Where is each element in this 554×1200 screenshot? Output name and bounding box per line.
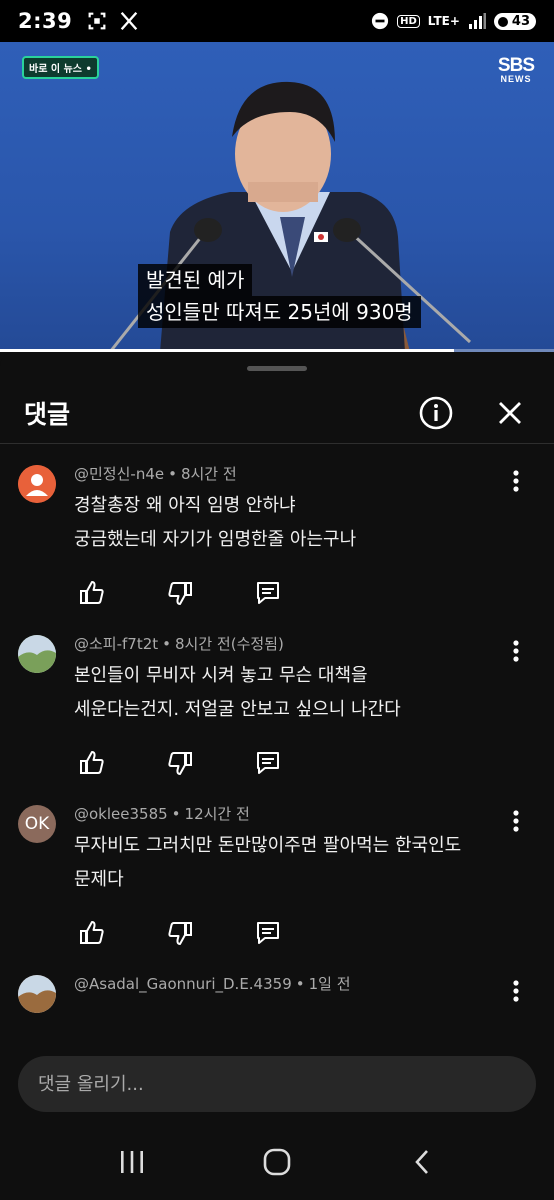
- video-player[interactable]: 바로 이 뉴스 • SBS NEWS 발견된 예가 성인들만 따져도 25년에 …: [0, 42, 554, 352]
- reply-icon: [257, 922, 279, 944]
- drag-handle[interactable]: [247, 366, 307, 371]
- close-icon: [499, 401, 521, 424]
- home-button[interactable]: [247, 1137, 307, 1187]
- reply-button[interactable]: [250, 915, 286, 951]
- back-icon: [414, 1150, 428, 1174]
- dnd-icon: [372, 12, 389, 30]
- comment-author[interactable]: @소피-f7t2t: [74, 635, 158, 653]
- photo-avatar-icon: [18, 635, 56, 673]
- more-options-icon: [513, 470, 519, 492]
- comment-text: 본인들이 무비자 시켜 놓고 무슨 대책을 세운다는건지. 저얼굴 안보고 싶으…: [74, 665, 401, 720]
- comment-input-box[interactable]: [18, 1056, 536, 1112]
- comment-actions: [74, 571, 534, 615]
- comment-more-button[interactable]: [502, 637, 530, 665]
- comment-text: 무자비도 그러치만 돈만많이주면 팔아먹는 한국인도 문제다: [74, 835, 462, 890]
- avatar[interactable]: OK: [18, 805, 56, 843]
- dislike-icon: [168, 922, 192, 945]
- comment-item: @Asadal_Gaonnuri_D.E.4359 • 1일 전: [0, 955, 554, 1013]
- status-time: 2:39: [18, 9, 73, 33]
- recent-apps-button[interactable]: [102, 1137, 162, 1187]
- comment-time: 8시간 전: [180, 465, 237, 483]
- reply-button[interactable]: [250, 575, 286, 611]
- comment-meta: @Asadal_Gaonnuri_D.E.4359 • 1일 전: [74, 973, 534, 995]
- like-button[interactable]: [74, 575, 110, 611]
- like-icon: [80, 751, 104, 774]
- comment-author[interactable]: @oklee3585: [74, 805, 168, 823]
- avatar-initials: OK: [24, 814, 50, 834]
- comment-item: @민정신-n4e • 8시간 전경찰총장 왜 아직 임명 안하냐 궁금했는데 자기가…: [0, 445, 554, 615]
- avatar[interactable]: [18, 635, 56, 673]
- video-caption: 발견된 예가 성인들만 따져도 25년에 930명: [138, 264, 421, 328]
- more-options-icon: [513, 810, 519, 832]
- comment-author[interactable]: @민정신-n4e: [74, 465, 164, 483]
- comment-meta: @소피-f7t2t • 8시간 전(수정됨): [74, 633, 534, 655]
- comment-actions: [74, 741, 534, 785]
- battery-icon: 43: [493, 12, 536, 30]
- comment-time: 8시간 전(수정됨): [175, 635, 284, 653]
- info-icon: [419, 396, 453, 429]
- comment-time: 12시간 전: [184, 805, 250, 823]
- avatar[interactable]: [18, 975, 56, 1013]
- comment-item: OK @oklee3585 • 12시간 전무자비도 그러치만 돈만많이주면 팔아먹는…: [0, 785, 554, 955]
- more-options-icon: [513, 640, 519, 662]
- dislike-button[interactable]: [162, 575, 198, 611]
- dislike-button[interactable]: [162, 915, 198, 951]
- avatar[interactable]: [18, 465, 56, 503]
- dislike-icon: [168, 582, 192, 605]
- comment-actions: [74, 911, 534, 955]
- default-avatar-icon: [18, 465, 56, 503]
- comment-more-button[interactable]: [502, 977, 530, 1005]
- meta-separator: •: [162, 635, 172, 653]
- more-options-icon: [513, 980, 519, 1002]
- like-button[interactable]: [74, 745, 110, 781]
- comment-text: 경찰총장 왜 아직 임명 안하냐 궁금했는데 자기가 임명한줄 아는구나: [74, 495, 357, 550]
- recent-apps-icon: [121, 1151, 144, 1173]
- like-icon: [80, 581, 104, 604]
- hd-voice-icon: HD: [397, 14, 420, 28]
- reply-button[interactable]: [250, 745, 286, 781]
- comment-item: @소피-f7t2t • 8시간 전(수정됨) 본인들이 무비자 시켜 놓고 무슨 대책…: [0, 615, 554, 785]
- x-app-icon: [121, 11, 138, 31]
- comment-input[interactable]: [38, 1073, 516, 1095]
- meta-separator: •: [168, 465, 177, 483]
- meta-separator: •: [295, 975, 305, 993]
- back-button[interactable]: [392, 1137, 452, 1187]
- info-button[interactable]: [416, 393, 456, 433]
- logo-sub: NEWS: [500, 74, 532, 84]
- system-nav-bar: [0, 1124, 554, 1200]
- caption-line-1: 발견된 예가: [138, 264, 253, 296]
- close-button[interactable]: [490, 393, 530, 433]
- sbs-news-logo: SBS NEWS: [497, 55, 535, 84]
- signal-icon: [468, 13, 486, 29]
- comment-more-button[interactable]: [502, 807, 530, 835]
- dislike-icon: [168, 752, 192, 775]
- comments-header: 댓글: [0, 382, 554, 444]
- comment-meta: @oklee3585 • 12시간 전: [74, 803, 534, 825]
- meta-separator: •: [171, 805, 181, 823]
- screenshot-icon: [88, 12, 106, 30]
- logo-main: SBS: [497, 55, 535, 76]
- like-icon: [80, 921, 104, 944]
- dislike-button[interactable]: [162, 745, 198, 781]
- photo-avatar-icon: [18, 975, 56, 1013]
- comment-more-button[interactable]: [502, 467, 530, 495]
- reply-icon: [257, 582, 279, 604]
- news-badge: 바로 이 뉴스 •: [22, 56, 99, 79]
- caption-line-2: 성인들만 따져도 25년에 930명: [138, 296, 421, 328]
- comment-author[interactable]: @Asadal_Gaonnuri_D.E.4359: [74, 975, 292, 993]
- comment-list[interactable]: @민정신-n4e • 8시간 전 경찰총장 왜 아직 임명 안하냐 궁금했는데 자기가…: [0, 445, 554, 1047]
- lte-icon: LTE+: [427, 14, 460, 28]
- home-icon: [263, 1148, 291, 1176]
- comment-time: 1일 전: [308, 975, 351, 993]
- like-button[interactable]: [74, 915, 110, 951]
- comments-title: 댓글: [24, 399, 71, 429]
- comment-meta: @민정신-n4e • 8시간 전: [74, 463, 534, 485]
- status-bar: 2:39 HD LTE+ 43: [0, 0, 554, 42]
- comments-panel: 댓글 @민정신-n4e • 8시간 전 경찰총장 왜 아직 임명 안하냐 궁금했는데 …: [0, 352, 554, 1200]
- reply-icon: [257, 752, 279, 774]
